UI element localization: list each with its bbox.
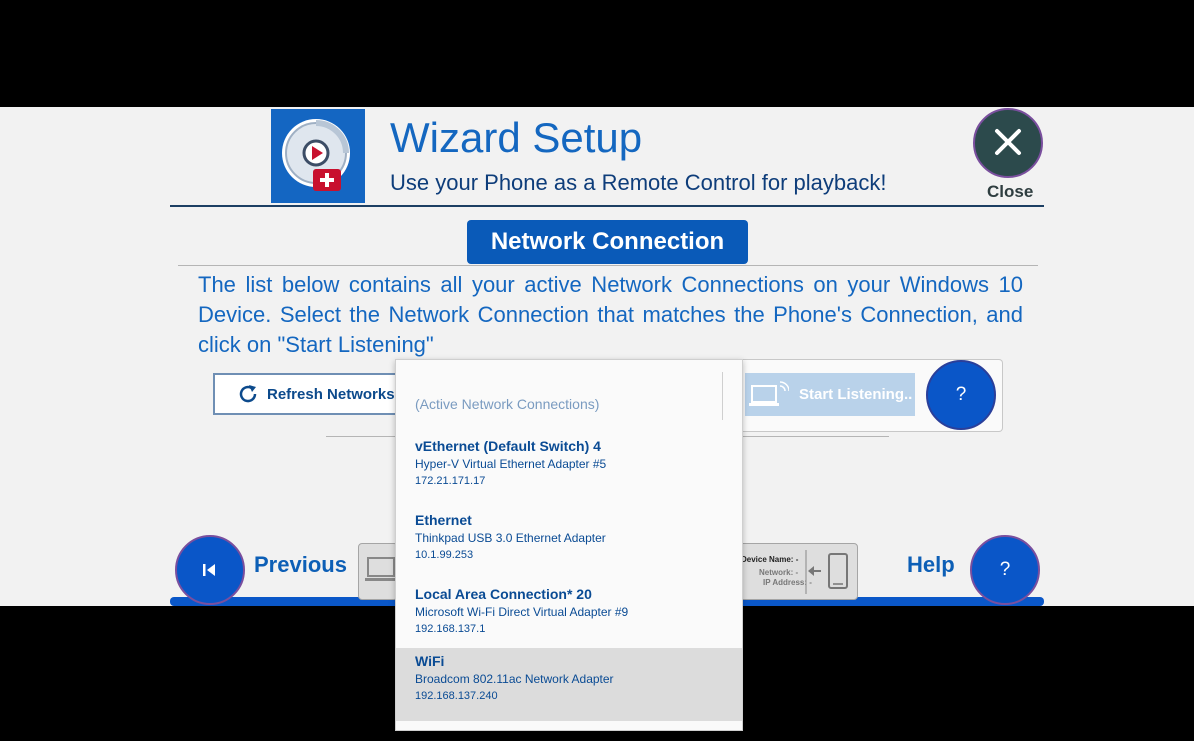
network-adapter: Microsoft Wi-Fi Direct Virtual Adapter #…	[415, 605, 629, 619]
laptop-broadcast-icon	[749, 380, 789, 406]
step-back-icon	[203, 564, 215, 576]
network-ip: 172.21.171.17	[415, 475, 486, 487]
network-ip: 10.1.99.253	[415, 549, 474, 561]
wizard-subtitle: Use your Phone as a Remote Control for p…	[390, 170, 887, 195]
pc-status-box	[358, 543, 398, 600]
network-adapter: Thinkpad USB 3.0 Ethernet Adapter	[415, 531, 606, 545]
network-help-button[interactable]: ?	[926, 360, 996, 430]
network-name: vEthernet (Default Switch) 4	[415, 438, 601, 454]
section-title-network-connection: Network Connection	[467, 220, 748, 264]
network-ip: 192.168.137.240	[415, 690, 498, 702]
dropdown-separator	[722, 372, 723, 420]
phone-arrow-icon	[805, 550, 848, 594]
laptop-icon	[365, 557, 397, 581]
close-label[interactable]: Close	[987, 182, 1033, 202]
dropdown-header: (Active Network Connections)	[415, 396, 600, 412]
device-name-status: Device Name: -	[741, 555, 799, 564]
phone-status-box: Device Name: - Network: - IP Address: -	[736, 543, 858, 600]
wizard-title: Wizard Setup	[390, 114, 643, 161]
network-option-wifi[interactable]: WiFi Broadcom 802.11ac Network Adapter 1…	[396, 648, 742, 721]
refresh-icon	[239, 385, 257, 403]
network-option-local-area[interactable]: Local Area Connection* 20 Microsoft Wi-F…	[396, 581, 742, 654]
instructions-text: The list below contains all your active …	[198, 272, 1023, 357]
section-divider	[178, 265, 1038, 266]
start-listening-label: Start Listening..	[799, 386, 913, 403]
refresh-networks-label: Refresh Networks	[267, 385, 395, 403]
network-status: Network: -	[759, 568, 799, 577]
network-option-ethernet[interactable]: Ethernet Thinkpad USB 3.0 Ethernet Adapt…	[396, 507, 742, 580]
header-divider	[170, 205, 1044, 207]
network-adapter: Broadcom 802.11ac Network Adapter	[415, 672, 614, 686]
network-connections-dropdown[interactable]: (Active Network Connections) vEthernet (…	[395, 359, 743, 731]
refresh-networks-button[interactable]: Refresh Networks	[213, 373, 403, 415]
help-label[interactable]: Help	[907, 552, 955, 578]
network-adapter: Hyper-V Virtual Ethernet Adapter #5	[415, 457, 607, 471]
help-button[interactable]: ?	[970, 535, 1040, 605]
network-name: Ethernet	[415, 512, 472, 528]
network-name: Local Area Connection* 20	[415, 586, 592, 602]
network-ip: 192.168.137.1	[415, 623, 486, 635]
previous-button[interactable]	[175, 535, 245, 605]
x-icon	[995, 129, 1021, 155]
close-button[interactable]	[973, 108, 1043, 178]
remote-play-logo	[282, 119, 350, 191]
network-option-vethernet[interactable]: vEthernet (Default Switch) 4 Hyper-V Vir…	[396, 433, 742, 506]
app-logo	[271, 109, 365, 203]
network-name: WiFi	[415, 653, 445, 669]
start-listening-button[interactable]: Start Listening..	[745, 373, 915, 416]
previous-label[interactable]: Previous	[254, 552, 347, 578]
